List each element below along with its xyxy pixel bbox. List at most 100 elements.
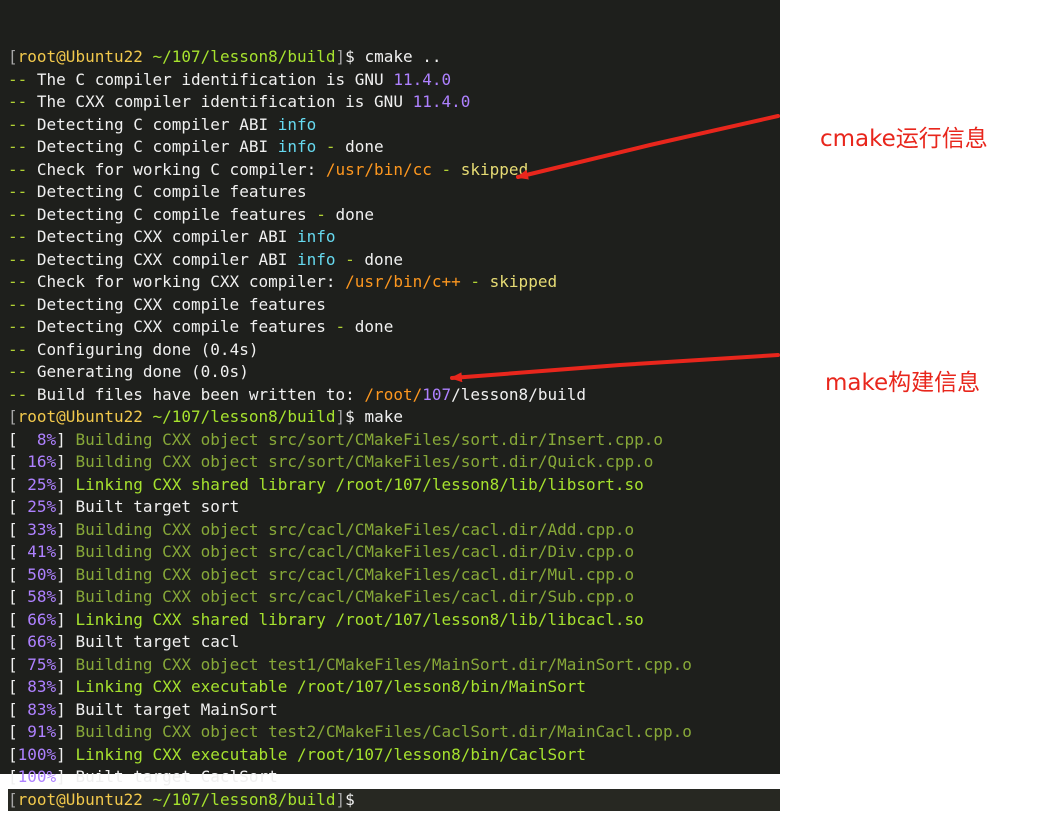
- terminal-text-segment: ]: [56, 564, 76, 584]
- cmake-annotation-label: cmake运行信息: [820, 126, 988, 152]
- terminal-text-segment: -: [335, 249, 365, 269]
- terminal-text-segment: Detecting C compiler ABI: [27, 114, 278, 134]
- terminal-text-segment: --: [8, 249, 28, 269]
- terminal-text-segment: --: [8, 69, 28, 89]
- terminal-text-segment: ]: [335, 407, 346, 426]
- terminal-text-segment: [: [8, 677, 28, 696]
- terminal-text-segment: $: [345, 789, 355, 809]
- terminal-text-segment: ): [239, 362, 249, 381]
- terminal-text-segment: done: [364, 249, 403, 269]
- terminal-line: [root@Ubuntu22 ~/107/lesson8/build]$ mak…: [8, 406, 780, 429]
- terminal-line: [ 50%] Building CXX object src/cacl/CMak…: [8, 564, 780, 587]
- terminal-text-segment: 100%: [17, 767, 57, 786]
- terminal-text-segment: Linking CXX shared library /root/107/les…: [75, 609, 644, 629]
- terminal-text-segment: Building CXX object test1/CMakeFiles/Mai…: [75, 654, 692, 674]
- terminal-text-segment: 11.4.0: [393, 69, 452, 89]
- terminal-text-segment: Building CXX object src/cacl/CMakeFiles/…: [75, 564, 635, 584]
- terminal-text-segment: ): [248, 339, 259, 359]
- terminal-text-segment: Detecting CXX compile features: [27, 317, 336, 336]
- terminal-text-segment: Linking CXX executable /root/107/lesson8…: [75, 744, 586, 764]
- terminal-line: [ 33%] Building CXX object src/cacl/CMak…: [8, 519, 780, 542]
- terminal-text-segment: root@Ubuntu22: [17, 47, 143, 66]
- terminal-window[interactable]: [root@Ubuntu22 ~/107/lesson8/build]$ cma…: [0, 0, 780, 811]
- terminal-text-segment: --: [8, 92, 28, 111]
- terminal-text-segment: [: [8, 744, 18, 764]
- terminal-text-segment: ]: [56, 699, 76, 719]
- terminal-text-segment: Generating done (: [27, 362, 201, 381]
- terminal-line: [100%] Built target CaclSort: [8, 766, 780, 789]
- terminal-text-segment: $ make: [345, 407, 403, 426]
- terminal-text-segment: Built target sort: [75, 497, 240, 516]
- terminal-text-segment: --: [8, 384, 28, 404]
- terminal-line: [ 8%] Building CXX object src/sort/CMake…: [8, 429, 780, 452]
- terminal-line: [100%] Linking CXX executable /root/107/…: [8, 744, 780, 767]
- terminal-text-segment: 11.4.0: [412, 92, 471, 111]
- terminal-text-segment: /root/: [364, 384, 423, 404]
- terminal-line: [ 25%] Linking CXX shared library /root/…: [8, 474, 780, 497]
- terminal-text-segment: 66%: [27, 632, 57, 651]
- terminal-line: [ 83%] Linking CXX executable /root/107/…: [8, 676, 780, 699]
- terminal-text-segment: skipped: [460, 159, 529, 179]
- terminal-text-segment: [: [8, 587, 28, 606]
- terminal-text-segment: ]: [56, 519, 76, 539]
- terminal-line: -- Detecting C compile features - done: [8, 204, 780, 227]
- terminal-text-segment: 0.4s: [210, 339, 249, 359]
- terminal-text-segment: Building CXX object src/cacl/CMakeFiles/…: [75, 542, 635, 561]
- terminal-text-segment: Linking CXX executable /root/107/lesson8…: [75, 677, 586, 696]
- terminal-text-segment: skipped: [489, 272, 558, 291]
- terminal-line: [root@Ubuntu22 ~/107/lesson8/build]$ cma…: [8, 46, 780, 69]
- terminal-text-segment: 25%: [27, 474, 57, 494]
- terminal-text-segment: ]: [56, 452, 76, 471]
- terminal-text-segment: 58%: [27, 587, 57, 606]
- terminal-line: -- The C compiler identification is GNU …: [8, 69, 780, 92]
- terminal-text-segment: ]: [56, 722, 76, 741]
- terminal-text-segment: Detecting C compile features: [27, 182, 307, 201]
- terminal-text-segment: 8%: [36, 429, 57, 449]
- terminal-text-segment: ]: [56, 542, 76, 561]
- terminal-text-segment: [: [8, 497, 28, 516]
- terminal-text-segment: ~/107/lesson8/build: [142, 407, 336, 426]
- terminal-text-segment: [: [8, 789, 18, 809]
- terminal-line: [ 41%] Building CXX object src/cacl/CMak…: [8, 541, 780, 564]
- terminal-text-segment: ]: [335, 47, 346, 66]
- terminal-line: -- Generating done (0.0s): [8, 361, 780, 384]
- terminal-text-segment: The C compiler identification is GNU: [27, 69, 394, 89]
- terminal-text-segment: Building CXX object src/sort/CMakeFiles/…: [75, 452, 654, 471]
- terminal-text-segment: [: [8, 609, 28, 629]
- terminal-text-segment: 33%: [27, 519, 57, 539]
- terminal-text-segment: ]: [56, 429, 76, 449]
- make-annotation-label: make构建信息: [825, 370, 981, 396]
- terminal-text-segment: [: [8, 632, 28, 651]
- terminal-text-segment: [: [8, 47, 18, 66]
- terminal-line: -- The CXX compiler identification is GN…: [8, 91, 780, 114]
- terminal-text-segment: [: [8, 654, 28, 674]
- terminal-text-segment: [: [8, 407, 18, 426]
- terminal-text-segment: ]: [56, 474, 76, 494]
- terminal-line: -- Detecting CXX compiler ABI info: [8, 226, 780, 249]
- terminal-text-segment: Built target CaclSort: [75, 767, 278, 786]
- terminal-line: [ 58%] Building CXX object src/cacl/CMak…: [8, 586, 780, 609]
- terminal-text-segment: [: [8, 699, 28, 719]
- terminal-text-segment: --: [8, 114, 28, 134]
- terminal-text-segment: done: [325, 204, 375, 224]
- terminal-text-segment: [: [8, 564, 28, 584]
- terminal-text-segment: 107: [422, 384, 452, 404]
- terminal-text-segment: Detecting CXX compiler ABI: [27, 249, 297, 269]
- terminal-text-segment: Building CXX object src/cacl/CMakeFiles/…: [75, 587, 635, 606]
- terminal-text-segment: Detecting C compiler ABI: [27, 137, 278, 156]
- terminal-text-segment: [: [8, 452, 28, 471]
- terminal-text-segment: [: [8, 542, 28, 561]
- terminal-text-segment: Configuring done (: [27, 339, 211, 359]
- terminal-text-segment: ]: [56, 632, 76, 651]
- terminal-text-segment: /lesson8/build: [451, 384, 586, 404]
- terminal-text-segment: -: [335, 317, 346, 336]
- terminal-text-segment: 0.0s: [200, 362, 240, 381]
- terminal-line: -- Build files have been written to: /ro…: [8, 384, 780, 407]
- terminal-text-segment: 66%: [27, 609, 57, 629]
- terminal-text-segment: ~/107/lesson8/build: [142, 47, 336, 66]
- terminal-text-segment: root@Ubuntu22: [17, 789, 143, 809]
- terminal-text-segment: --: [8, 137, 28, 156]
- terminal-text-segment: --: [8, 204, 28, 224]
- terminal-line: [ 91%] Building CXX object test2/CMakeFi…: [8, 721, 780, 744]
- terminal-text-segment: --: [8, 159, 28, 179]
